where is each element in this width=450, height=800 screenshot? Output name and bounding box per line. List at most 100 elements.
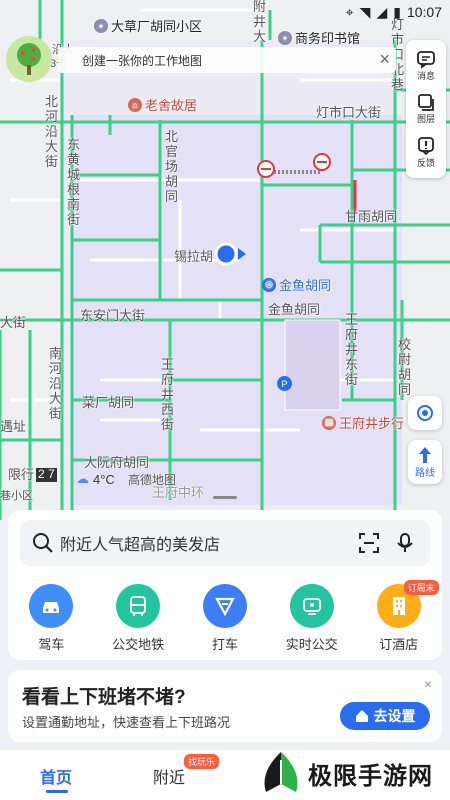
location-status-icon: ⌖: [345, 3, 354, 20]
search-box[interactable]: 附近人气超高的美发店: [20, 520, 430, 566]
street-label: 校尉胡同: [397, 337, 411, 397]
search-input[interactable]: 附近人气超高的美发店: [60, 531, 358, 555]
cloud-icon: ☁: [76, 471, 89, 486]
bus-icon: [116, 584, 161, 628]
commute-card: 看看上下班堵不堵? 设置通勤地址，快速查看上下班路况 × 去设置: [8, 670, 442, 742]
locate-button[interactable]: [408, 396, 442, 430]
map-tools-panel: 消息 图层 反馈: [406, 40, 446, 178]
street-label: 王府中环: [152, 485, 205, 500]
street-label: 东黄城根南街: [66, 137, 80, 227]
wifi-icon: ◥: [359, 3, 371, 20]
realtime-bus-icon: [289, 584, 334, 628]
hotel-badge: 订周末: [403, 580, 439, 595]
poi-marker[interactable]: ▪ 商务印书馆: [278, 28, 360, 47]
nav-home[interactable]: 首页: [40, 764, 72, 788]
street-label: 南河沿大街: [48, 346, 62, 421]
shortcut-label: 打车: [211, 637, 238, 652]
restriction-label: 限行: [8, 467, 35, 482]
status-time: 10:07: [406, 4, 442, 20]
work-map-banner[interactable]: 创建一张你的工作地图 ×: [58, 47, 396, 73]
tool-feedback[interactable]: 反馈: [416, 136, 436, 169]
street-label: 王府井东街: [344, 312, 358, 387]
close-icon[interactable]: ×: [379, 49, 390, 70]
sheet-drag-handle[interactable]: [213, 496, 237, 499]
nearby-badge: 找玩乐: [184, 754, 220, 769]
poi-label: 大草厂胡同小区: [111, 19, 203, 34]
shortcut-label: 实时公交: [285, 637, 338, 652]
weather-temp: 4°C: [93, 471, 115, 487]
metro-icon: ◎: [262, 277, 276, 292]
street-label: 灯市口大街: [316, 105, 382, 120]
shortcut-realtime-bus[interactable]: 实时公交: [272, 584, 352, 653]
shortcut-transit[interactable]: 公交地铁: [98, 584, 178, 653]
shortcut-drive[interactable]: 驾车: [11, 584, 91, 653]
route-button[interactable]: 路线: [408, 440, 442, 484]
scan-icon[interactable]: [358, 532, 380, 554]
feedback-icon: [418, 136, 434, 156]
poi-label: 金鱼胡同: [279, 278, 332, 293]
poi-label: 商务印书馆: [295, 31, 361, 46]
tool-layers[interactable]: 图层: [416, 92, 436, 125]
tool-messages[interactable]: 消息: [416, 49, 436, 82]
tool-label: 消息: [416, 71, 435, 82]
brand-text: 极限手游网: [308, 761, 433, 790]
poi-label: 老舍故居: [145, 98, 198, 113]
street-label: 王府井西街: [160, 357, 174, 432]
map-view[interactable]: 北河沿大街 东黄城根南街 北官场胡同 南河沿大街 王府井西街 王府井东街 校尉胡…: [0, 0, 450, 520]
landmark-icon: ⌂: [128, 97, 142, 112]
shortcut-hotel[interactable]: 订周末 订酒店: [359, 580, 439, 653]
poi-marker[interactable]: ⌂ 老舍故居: [128, 95, 197, 114]
restriction-number: 2 7: [36, 467, 57, 482]
brand-logo: [264, 752, 298, 792]
parking-icon[interactable]: P: [277, 376, 292, 391]
close-icon[interactable]: ×: [424, 676, 432, 692]
street-label: 巷小区: [0, 490, 33, 502]
shortcut-label: 公交地铁: [112, 637, 165, 652]
tool-label: 图层: [416, 114, 435, 125]
status-bar: ⌖ ◥ ◢ ▮ 10:07: [310, 0, 450, 24]
street-label: 北官场胡同: [164, 129, 178, 204]
current-location-icon[interactable]: [214, 241, 248, 267]
building-icon: ▪: [94, 18, 108, 33]
street-label: 北河沿大街: [44, 94, 58, 169]
poi-marker[interactable]: ▪ 大草厂胡同小区: [94, 16, 202, 35]
route-label: 路线: [415, 467, 435, 479]
avatar[interactable]: [6, 36, 52, 82]
weather-widget[interactable]: ☁ 4°C: [76, 471, 115, 487]
building-icon: ▪: [278, 30, 292, 45]
signal-icon: ◢: [376, 3, 388, 20]
street-label: 东安门大街: [80, 308, 146, 323]
nav-nearby[interactable]: 附近: [153, 764, 185, 788]
poi-marker[interactable]: ▤ 王府井步行: [322, 413, 404, 432]
poi-label: 王府井步行: [339, 416, 405, 431]
taxi-icon: [202, 584, 247, 628]
set-commute-button[interactable]: 去设置: [340, 702, 430, 730]
shortcut-label: 订酒店: [379, 637, 419, 652]
poi-marker[interactable]: ◎ 金鱼胡同: [262, 275, 331, 294]
street-label: 附井大: [252, 0, 266, 44]
layers-icon: [418, 94, 434, 112]
street-label: 甘雨胡同: [345, 209, 398, 224]
street-label: 菜厂胡同: [82, 395, 135, 410]
route-arrow-icon: [419, 446, 431, 463]
street-label: 遇址: [0, 419, 27, 434]
microphone-icon[interactable]: [394, 532, 416, 554]
car-icon: [29, 584, 74, 628]
shortcut-row: 驾车 公交地铁 打车 实时公交 订周末 订酒店: [8, 580, 442, 653]
nav-active-indicator: [46, 790, 68, 793]
tool-label: 反馈: [416, 157, 435, 168]
street-label: 锡拉胡: [174, 249, 214, 264]
battery-icon: ▮: [393, 3, 401, 20]
shopping-icon: ▤: [322, 415, 336, 430]
map-watermark: 高德地图: [128, 473, 177, 487]
tree-icon: [17, 43, 41, 75]
no-entry-icon: [257, 160, 275, 178]
brand-watermark: 极限手游网: [258, 750, 433, 796]
set-commute-label: 去设置: [373, 708, 416, 724]
no-entry-icon: [313, 153, 331, 171]
street-label: 大阮府胡同: [84, 455, 150, 470]
street-label: 大街: [0, 315, 27, 330]
shortcut-taxi[interactable]: 打车: [185, 584, 265, 653]
message-icon: [417, 51, 435, 69]
locate-icon: [417, 405, 433, 421]
